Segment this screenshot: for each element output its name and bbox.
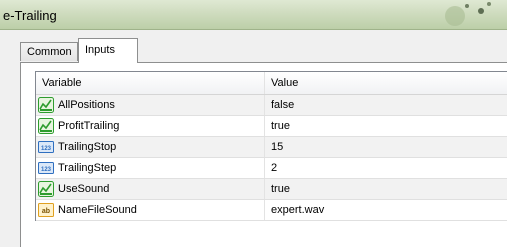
- column-header-variable[interactable]: Variable: [36, 72, 265, 94]
- value-cell[interactable]: true: [265, 179, 507, 199]
- int-icon: 123: [38, 160, 54, 176]
- grid-header: Variable Value: [36, 72, 507, 95]
- variable-name: NameFileSound: [58, 204, 137, 216]
- variable-name: UseSound: [58, 183, 110, 195]
- variable-name: ProfitTrailing: [58, 120, 120, 132]
- variable-cell[interactable]: AllPositions: [36, 95, 265, 115]
- dialog-window: e-Trailing Common Inputs Variable Value …: [0, 0, 507, 247]
- svg-text:123: 123: [41, 146, 52, 152]
- svg-text:ab: ab: [42, 208, 50, 215]
- int-icon: 123: [38, 139, 54, 155]
- value-cell[interactable]: 2: [265, 158, 507, 178]
- string-icon: ab: [38, 202, 54, 218]
- inputs-grid: Variable Value AllPositions false ProfitTr…: [35, 71, 507, 221]
- window-title: e-Trailing: [3, 8, 57, 23]
- titlebar-decoration-icon: [445, 2, 491, 26]
- variable-cell[interactable]: 123 TrailingStop: [36, 137, 265, 157]
- table-row[interactable]: AllPositions false: [36, 95, 507, 116]
- table-row[interactable]: 123 TrailingStop 15: [36, 137, 507, 158]
- svg-text:123: 123: [41, 167, 52, 173]
- bool-icon: [38, 97, 54, 113]
- title-bar[interactable]: e-Trailing: [0, 0, 507, 30]
- table-row[interactable]: UseSound true: [36, 179, 507, 200]
- variable-name: AllPositions: [58, 99, 115, 111]
- bool-icon: [38, 118, 54, 134]
- tab-common[interactable]: Common: [20, 42, 78, 61]
- table-row[interactable]: ab NameFileSound expert.wav: [36, 200, 507, 221]
- column-header-value[interactable]: Value: [265, 72, 507, 94]
- table-row[interactable]: ProfitTrailing true: [36, 116, 507, 137]
- bool-icon: [38, 181, 54, 197]
- value-cell[interactable]: expert.wav: [265, 200, 507, 220]
- grid-rows: AllPositions false ProfitTrailing true 123 Tr…: [36, 95, 507, 221]
- variable-cell[interactable]: UseSound: [36, 179, 265, 199]
- value-cell[interactable]: 15: [265, 137, 507, 157]
- value-cell[interactable]: false: [265, 95, 507, 115]
- table-row[interactable]: 123 TrailingStep 2: [36, 158, 507, 179]
- variable-name: TrailingStep: [58, 162, 117, 174]
- variable-cell[interactable]: ProfitTrailing: [36, 116, 265, 136]
- value-cell[interactable]: true: [265, 116, 507, 136]
- variable-name: TrailingStop: [58, 141, 117, 153]
- tab-inputs[interactable]: Inputs: [78, 38, 138, 63]
- variable-cell[interactable]: 123 TrailingStep: [36, 158, 265, 178]
- variable-cell[interactable]: ab NameFileSound: [36, 200, 265, 220]
- inputs-panel: Variable Value AllPositions false ProfitTr…: [20, 62, 507, 247]
